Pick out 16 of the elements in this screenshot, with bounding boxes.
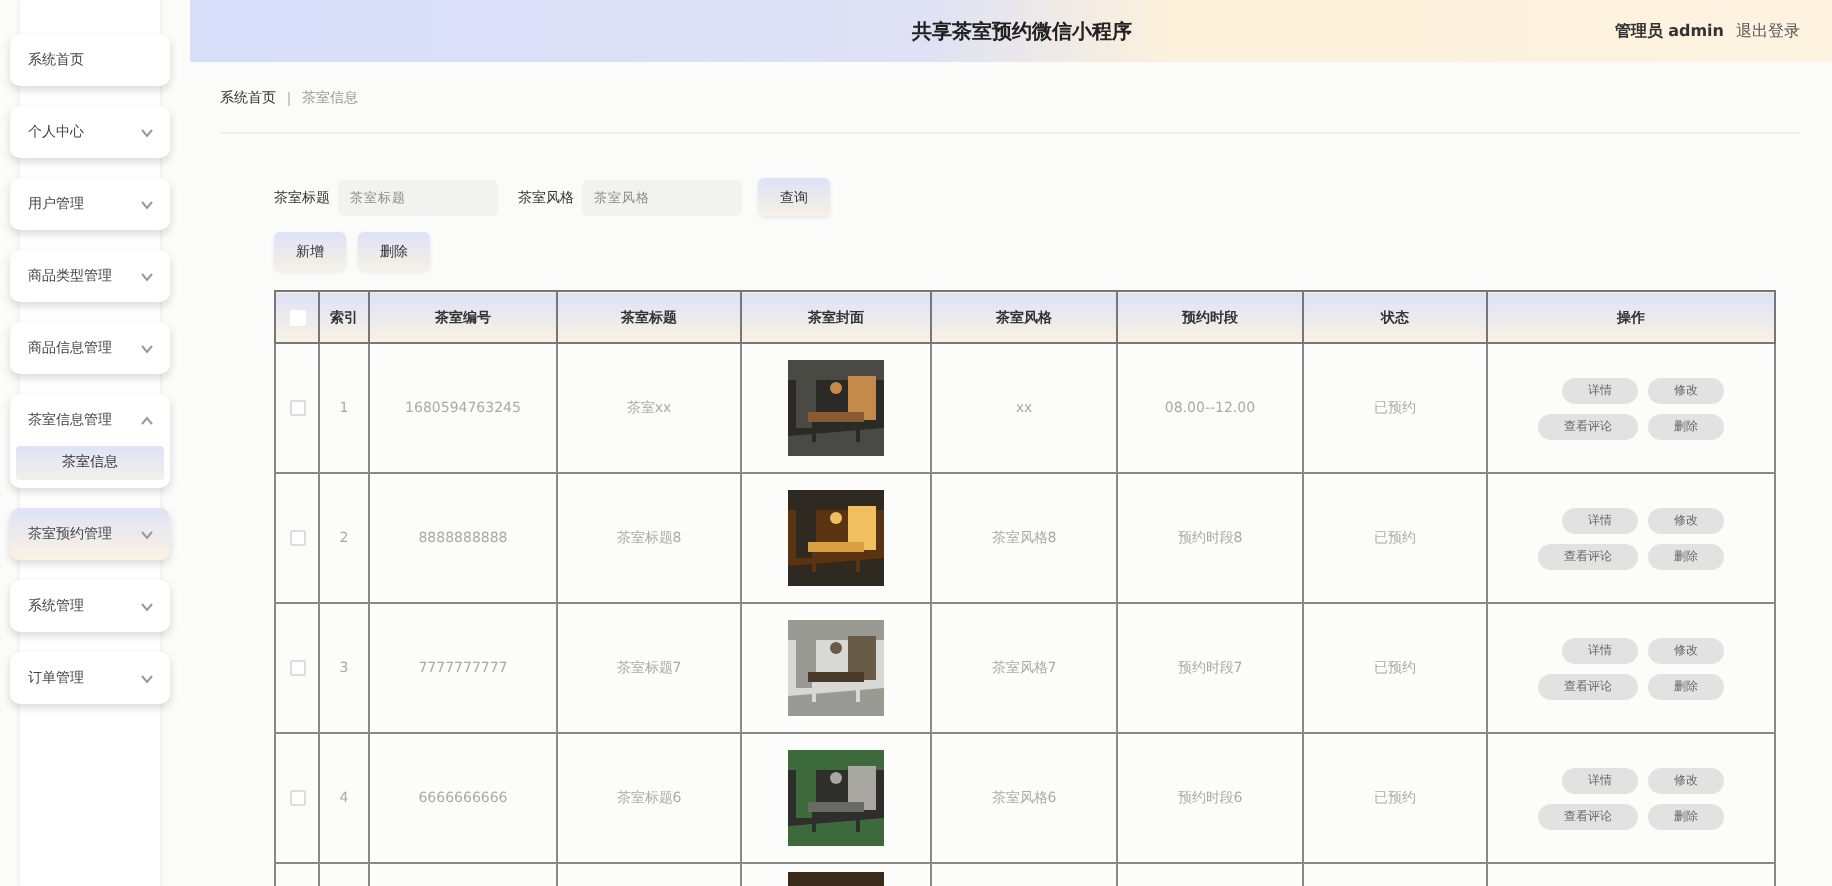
chevron-down-icon bbox=[140, 601, 154, 611]
select-all-checkbox[interactable] bbox=[289, 309, 305, 326]
chevron-down-icon bbox=[140, 271, 154, 281]
chevron-down-icon bbox=[140, 529, 154, 539]
user-label: 管理员 admin bbox=[1614, 20, 1724, 42]
chevron-down-icon bbox=[140, 127, 154, 137]
logout-link[interactable]: 退出登录 bbox=[1736, 20, 1800, 42]
row-checkbox[interactable] bbox=[289, 790, 305, 807]
row-checkbox[interactable] bbox=[289, 530, 305, 547]
chevron-down-icon bbox=[140, 343, 154, 353]
chevron-up-icon bbox=[140, 415, 154, 425]
row-checkbox[interactable] bbox=[289, 400, 305, 417]
chevron-down-icon bbox=[140, 673, 154, 683]
chevron-down-icon bbox=[140, 199, 154, 209]
row-checkbox[interactable] bbox=[289, 660, 305, 677]
app-title: 共享茶室预约微信小程序 bbox=[910, 18, 1135, 45]
